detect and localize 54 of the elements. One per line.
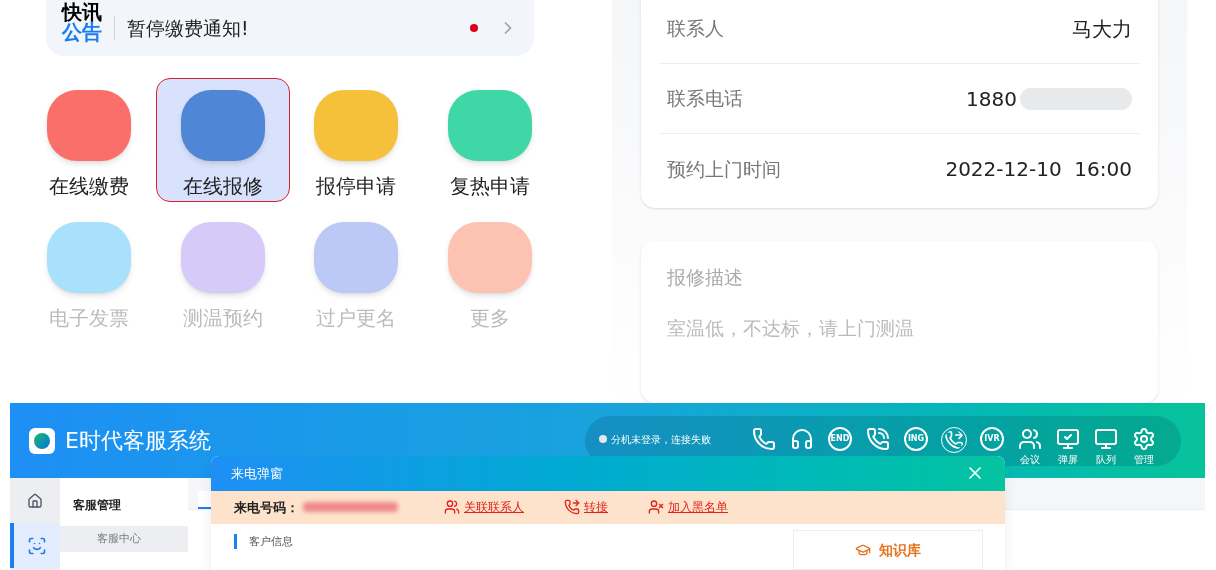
knowledge-label: 知识库 (879, 540, 921, 560)
service-tile[interactable]: 在线缴费 (22, 78, 156, 202)
graduation-cap-icon (855, 542, 871, 558)
toolbar-label[interactable]: 会议 (1020, 451, 1040, 467)
menu-item[interactable]: 客服中心 (60, 526, 188, 552)
popup-title: 来电弹窗 (231, 464, 283, 483)
service-tile[interactable]: 测温预约 (155, 210, 290, 334)
headset-icon[interactable] (790, 426, 814, 451)
popup-icon[interactable] (1056, 426, 1080, 451)
action-link[interactable]: 关联联系人 (464, 498, 524, 517)
home-icon (27, 492, 43, 509)
connection-status: 分机未登录，连接失败 (611, 432, 711, 447)
toolbar-label[interactable]: 弹屏 (1058, 451, 1078, 467)
notice-text: 暂停缴费通知! (127, 15, 250, 41)
service-tile[interactable]: 电子发票 (22, 210, 156, 334)
field-value: 2022-12-10 16:00 (945, 156, 1132, 183)
action-link[interactable]: 转接 (584, 498, 608, 517)
caller-label: 来电号码： (234, 498, 299, 517)
field-label: 联系人 (667, 16, 724, 42)
menu-title: 客服管理 (72, 497, 122, 514)
phone-transfer-icon (564, 499, 580, 516)
app-title: E时代客服系统 (65, 427, 211, 455)
agent-icon (27, 535, 47, 556)
service-tile[interactable]: 复热申请 (422, 78, 557, 202)
action-link[interactable]: 加入黑名单 (668, 498, 728, 517)
circle-badge-icon[interactable]: ING (904, 426, 928, 451)
field-label: 预约上门时间 (667, 156, 781, 182)
service-tile[interactable]: 在线报修 (155, 78, 290, 202)
phone-ring-icon[interactable] (866, 426, 890, 451)
settings-icon[interactable] (1132, 426, 1156, 451)
user-block-icon (648, 499, 664, 516)
field-value: 马大力 (1072, 15, 1132, 43)
people-icon[interactable] (1018, 426, 1042, 451)
field-value: 1880 (966, 85, 1017, 113)
description-text: 室温低，不达标，请上门测温 (667, 315, 915, 341)
sidebar-item[interactable] (10, 523, 60, 568)
field-label: 联系电话 (667, 86, 743, 112)
description-title: 报修描述 (667, 265, 744, 290)
notice-bar[interactable]: 快讯 公告 暂停缴费通知! (46, 0, 534, 56)
notice-logo-text: 快讯 (62, 2, 102, 22)
app-logo-icon (29, 427, 55, 454)
toolbar-label[interactable]: 管理 (1134, 451, 1154, 467)
people-icon (444, 499, 460, 516)
knowledge-card[interactable]: 知识库 (793, 530, 983, 570)
section-title: 客户信息 (249, 534, 293, 550)
service-tile[interactable]: 过户更名 (289, 210, 423, 334)
queue-icon[interactable] (1094, 426, 1118, 451)
toolbar-label[interactable]: 队列 (1096, 451, 1116, 467)
phone-icon[interactable] (752, 426, 776, 451)
service-tile[interactable]: 报停申请 (289, 78, 423, 202)
notice-logo-text: 公告 (62, 22, 102, 42)
circle-badge-icon[interactable]: END (828, 426, 852, 451)
circle-badge-icon[interactable]: IVR (980, 426, 1004, 451)
service-tile[interactable]: 更多 (422, 210, 557, 334)
